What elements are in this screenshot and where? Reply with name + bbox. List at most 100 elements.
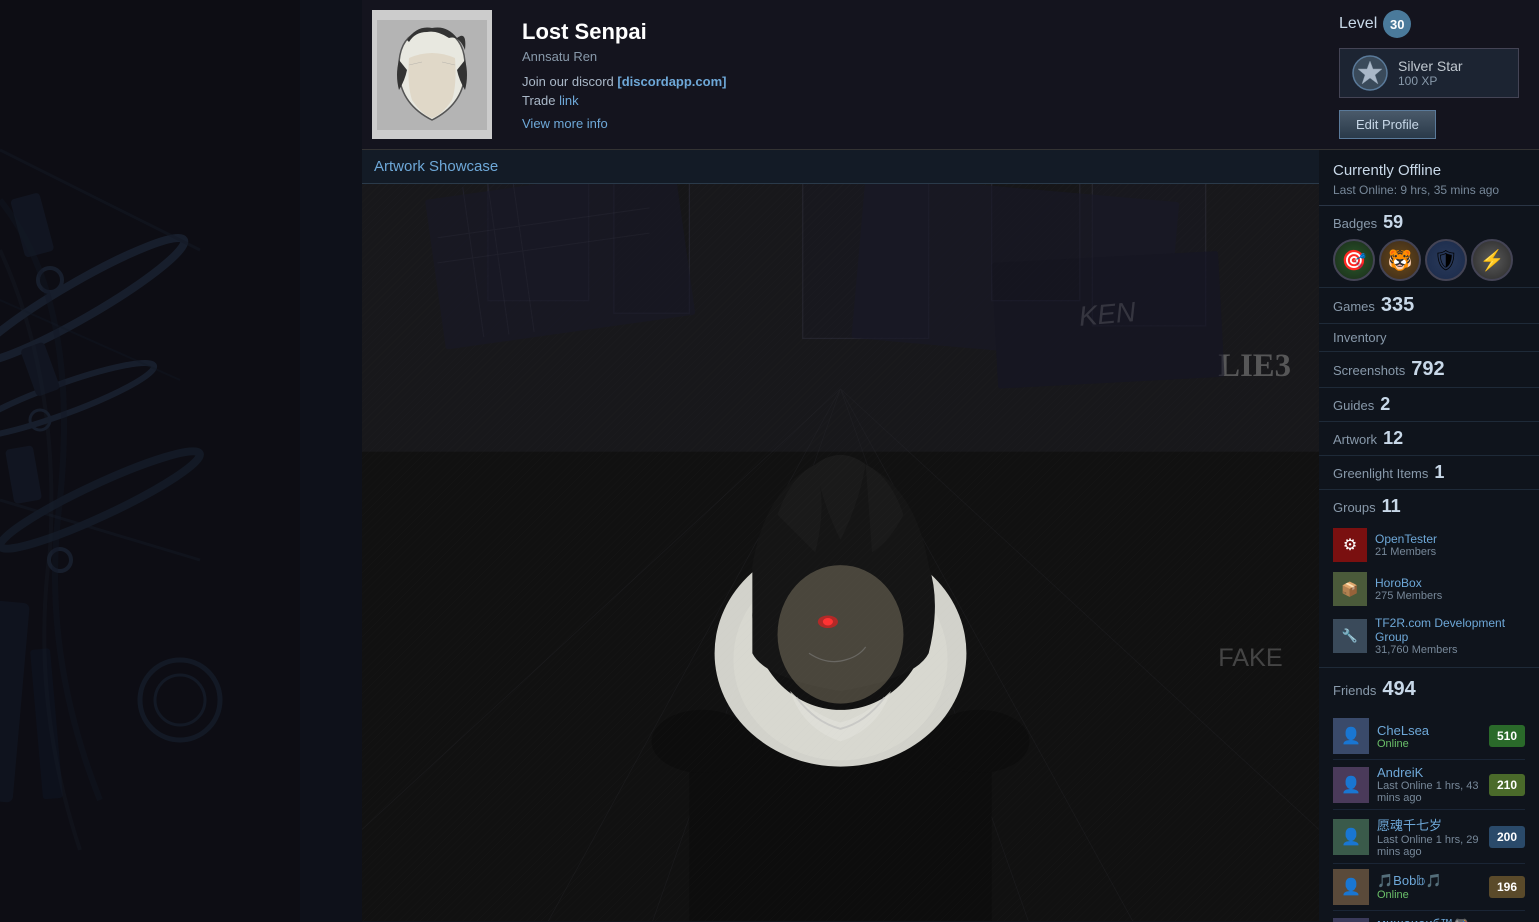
artwork-stat-block: Artwork 12	[1319, 422, 1539, 456]
friend-name-0: CheLsea	[1377, 723, 1481, 738]
guides-stat-row: Guides 2	[1333, 394, 1525, 415]
view-more-link[interactable]: View more info	[522, 116, 1299, 131]
friends-section: Friends 494 👤 CheLsea Online 510 👤 Andre…	[1319, 668, 1539, 922]
group-info-1: HoroBox 275 Members	[1375, 576, 1442, 602]
artwork-stat-count: 12	[1383, 428, 1403, 449]
friend-info-2: 愿魂千七岁 Last Online 1 hrs, 29 mins ago	[1377, 815, 1481, 858]
friend-item-4[interactable]: WU мишаиеиб™🎮 Last Online 2 days ago 185	[1333, 911, 1525, 922]
artwork-display: KEN LIE3 FAKE	[362, 184, 1319, 921]
artwork-section: Artwork Showcase	[362, 150, 1319, 922]
trade-line: Trade link	[522, 93, 1299, 108]
profile-header: Lost Senpai Annsatu Ren Join our discord…	[362, 0, 1539, 150]
friend-info-1: AndreiK Last Online 1 hrs, 43 mins ago	[1377, 765, 1481, 804]
group-info-2: TF2R.com Development Group 31,760 Member…	[1375, 616, 1525, 656]
group-icon-1: 📦	[1333, 572, 1367, 606]
level-badge: Level 30	[1339, 10, 1411, 38]
silver-star-icon	[1352, 55, 1388, 91]
friend-status-1: Last Online 1 hrs, 43 mins ago	[1377, 780, 1481, 804]
friend-item-1[interactable]: 👤 AndreiK Last Online 1 hrs, 43 mins ago…	[1333, 760, 1525, 810]
group-name-2: TF2R.com Development Group	[1375, 616, 1525, 644]
groups-count: 11	[1382, 496, 1401, 517]
games-count: 335	[1381, 294, 1414, 317]
badge-2[interactable]: 🐯	[1379, 239, 1421, 281]
friend-info-3: 🎵Bob𝕓🎵 Online	[1377, 873, 1481, 901]
games-label: Games	[1333, 299, 1375, 314]
badge-xp: 100 XP	[1398, 74, 1463, 88]
real-name: Annsatu Ren	[522, 49, 1299, 64]
group-icon-0: ⚙	[1333, 528, 1367, 562]
friend-avatar-0: 👤	[1333, 718, 1369, 754]
friends-count: 494	[1382, 678, 1415, 701]
discord-link[interactable]: [discordapp.com]	[617, 74, 726, 89]
badge-4[interactable]: ⚡	[1471, 239, 1513, 281]
badges-icons-row: 🎯 🐯 🛡 ⚡	[1333, 239, 1525, 281]
left-background	[0, 0, 362, 922]
friend-item-2[interactable]: 👤 愿魂千七岁 Last Online 1 hrs, 29 mins ago 2…	[1333, 810, 1525, 864]
content-area: Artwork Showcase	[362, 150, 1539, 922]
screenshots-block: Screenshots 792	[1319, 352, 1539, 388]
avatar-image	[377, 20, 487, 130]
group-item-1[interactable]: 📦 HoroBox 275 Members	[1333, 567, 1525, 611]
screenshots-count: 792	[1411, 358, 1444, 381]
badges-label: Badges	[1333, 216, 1377, 231]
friend-item-3[interactable]: 👤 🎵Bob𝕓🎵 Online 196	[1333, 864, 1525, 911]
discord-text: Join our discord	[522, 74, 614, 89]
group-item-0[interactable]: ⚙ OpenTester 21 Members	[1333, 523, 1525, 567]
group-icon-2: 🔧	[1333, 619, 1367, 653]
right-sidebar: Currently Offline Last Online: 9 hrs, 35…	[1319, 150, 1539, 922]
group-members-1: 275 Members	[1375, 590, 1442, 602]
guides-block: Guides 2	[1319, 388, 1539, 422]
artwork-stat-row: Artwork 12	[1333, 428, 1525, 449]
group-item-2[interactable]: 🔧 TF2R.com Development Group 31,760 Memb…	[1333, 611, 1525, 661]
friend-name-2: 愿魂千七岁	[1377, 815, 1481, 834]
guides-count: 2	[1380, 394, 1390, 415]
edit-profile-button[interactable]: Edit Profile	[1339, 110, 1436, 139]
friend-avatar-4: WU	[1333, 918, 1369, 922]
games-block: Games 335	[1319, 288, 1539, 324]
groups-section: Groups 11 ⚙ OpenTester 21 Members 📦 Horo…	[1319, 490, 1539, 668]
friend-name-1: AndreiK	[1377, 765, 1481, 780]
groups-stat-row: Groups 11	[1333, 496, 1525, 517]
friend-status-2: Last Online 1 hrs, 29 mins ago	[1377, 834, 1481, 858]
friend-avatar-2: 👤	[1333, 819, 1369, 855]
main-container: Lost Senpai Annsatu Ren Join our discord…	[362, 0, 1539, 922]
badge-3[interactable]: 🛡	[1425, 239, 1467, 281]
group-name-1: HoroBox	[1375, 576, 1442, 590]
inventory-block: Inventory	[1319, 324, 1539, 352]
level-section: Level 30 Silver Star 100 XP Edit Profile	[1319, 0, 1539, 149]
friend-status-3: Online	[1377, 889, 1481, 901]
silver-star-info: Silver Star 100 XP	[1398, 58, 1463, 88]
friend-badge-1: 210	[1489, 774, 1525, 796]
screenshots-label: Screenshots	[1333, 363, 1405, 378]
friend-badge-3: 196	[1489, 876, 1525, 898]
groups-label: Groups	[1333, 500, 1376, 515]
group-members-0: 21 Members	[1375, 546, 1437, 558]
artwork-title: Artwork Showcase	[362, 150, 1319, 184]
friend-badge-2: 200	[1489, 826, 1525, 848]
artwork-svg: KEN LIE3 FAKE	[362, 184, 1319, 921]
badge-1[interactable]: 🎯	[1333, 239, 1375, 281]
greenlight-stat-row: Greenlight Items 1	[1333, 462, 1525, 483]
friend-item-0[interactable]: 👤 CheLsea Online 510	[1333, 713, 1525, 760]
friends-stat-row: Friends 494	[1333, 674, 1525, 705]
group-members-2: 31,760 Members	[1375, 644, 1525, 656]
badge-label: Silver Star	[1398, 58, 1463, 74]
status-title: Currently Offline	[1333, 162, 1525, 179]
last-online: Last Online: 9 hrs, 35 mins ago	[1333, 183, 1525, 197]
profile-info: Lost Senpai Annsatu Ren Join our discord…	[502, 0, 1319, 149]
trade-link[interactable]: link	[559, 93, 579, 108]
friend-info-0: CheLsea Online	[1377, 723, 1481, 750]
level-number: 30	[1383, 10, 1411, 38]
badges-stat-row: Badges 59	[1333, 212, 1525, 233]
friend-badge-0: 510	[1489, 725, 1525, 747]
avatar	[372, 10, 492, 139]
silver-star-row: Silver Star 100 XP	[1339, 48, 1519, 98]
friend-info-4: мишаиеиб™🎮 Last Online 2 days ago	[1377, 916, 1481, 922]
friend-name-3: 🎵Bob𝕓🎵	[1377, 873, 1481, 889]
badges-count: 59	[1383, 212, 1403, 233]
friends-label: Friends	[1333, 683, 1376, 698]
badges-block: Badges 59 🎯 🐯 🛡 ⚡	[1319, 206, 1539, 288]
group-info-0: OpenTester 21 Members	[1375, 532, 1437, 558]
games-stat-row: Games 335	[1333, 294, 1525, 317]
friend-name-4: мишаиеиб™🎮	[1377, 916, 1481, 922]
